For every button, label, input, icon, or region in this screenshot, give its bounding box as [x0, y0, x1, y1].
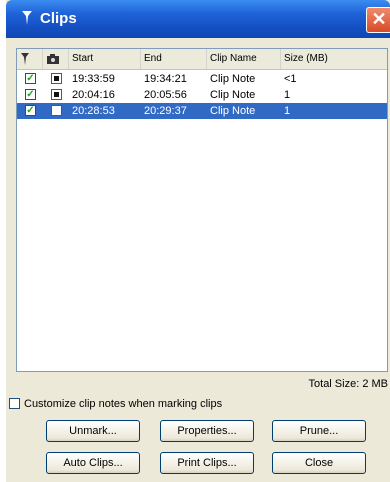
close-window-button[interactable]: ✕: [366, 7, 390, 33]
print-clips-button[interactable]: Print Clips...: [160, 452, 254, 474]
prune-button[interactable]: Prune...: [272, 420, 366, 442]
size-cell: 1: [284, 105, 291, 117]
properties-button[interactable]: Properties...: [160, 420, 254, 442]
snapshot-indicator: [51, 73, 62, 84]
list-header: Start End Clip Name Size (MB): [17, 49, 387, 70]
column-header-start[interactable]: Start: [69, 49, 141, 69]
clip-name-cell: Clip Note: [210, 73, 256, 85]
start-time-cell: 19:33:59: [72, 73, 115, 85]
column-header-snapshot[interactable]: [43, 49, 69, 69]
customize-option[interactable]: Customize clip notes when marking clips: [9, 398, 222, 410]
end-time-cell: 20:05:56: [144, 89, 187, 101]
snapshot-indicator: [51, 89, 62, 100]
snapshot-indicator: [51, 105, 62, 116]
column-header-marker[interactable]: [17, 49, 43, 69]
close-icon: ✕: [371, 9, 387, 29]
camera-icon: [47, 54, 59, 64]
clip-name-cell: Clip Note: [210, 89, 256, 101]
customize-label: Customize clip notes when marking clips: [24, 398, 223, 410]
size-cell: 1: [284, 89, 291, 101]
table-row[interactable]: ✓ 20:04:16 20:05:56 Clip Note 1: [17, 87, 387, 103]
total-size-label: Total Size: 2 MB: [308, 378, 388, 390]
size-cell: <1: [284, 73, 297, 85]
mark-checkbox[interactable]: ✓: [25, 73, 36, 84]
start-time-cell: 20:28:53: [72, 105, 115, 117]
column-header-size[interactable]: Size (MB): [281, 49, 387, 69]
customize-checkbox[interactable]: [9, 398, 20, 409]
marker-icon: [21, 53, 29, 65]
start-time-cell: 20:04:16: [72, 89, 115, 101]
mark-checkbox[interactable]: ✓: [25, 89, 36, 100]
window-title: Clips: [40, 10, 77, 27]
marker-icon: [20, 9, 36, 29]
clips-list[interactable]: Start End Clip Name Size (MB) ✓ 19:33:59 1…: [16, 48, 388, 372]
table-row[interactable]: ✓ 19:33:59 19:34:21 Clip Note <1: [17, 71, 387, 87]
table-row[interactable]: ✓ 20:28:53 20:29:37 Clip Note 1: [17, 103, 387, 119]
clip-name-cell: Clip Note: [210, 105, 256, 117]
mark-checkbox[interactable]: ✓: [25, 105, 36, 116]
end-time-cell: 20:29:37: [144, 105, 187, 117]
end-time-cell: 19:34:21: [144, 73, 187, 85]
auto-clips-button[interactable]: Auto Clips...: [46, 452, 140, 474]
unmark-button[interactable]: Unmark...: [46, 420, 140, 442]
clips-dialog: Clips ✕ Start End Clip Name Size (MB) ✓ 1…: [6, 0, 390, 482]
column-header-clip-name[interactable]: Clip Name: [207, 49, 281, 69]
column-header-end[interactable]: End: [141, 49, 207, 69]
close-button[interactable]: Close: [272, 452, 366, 474]
title-bar[interactable]: Clips ✕: [6, 0, 390, 38]
